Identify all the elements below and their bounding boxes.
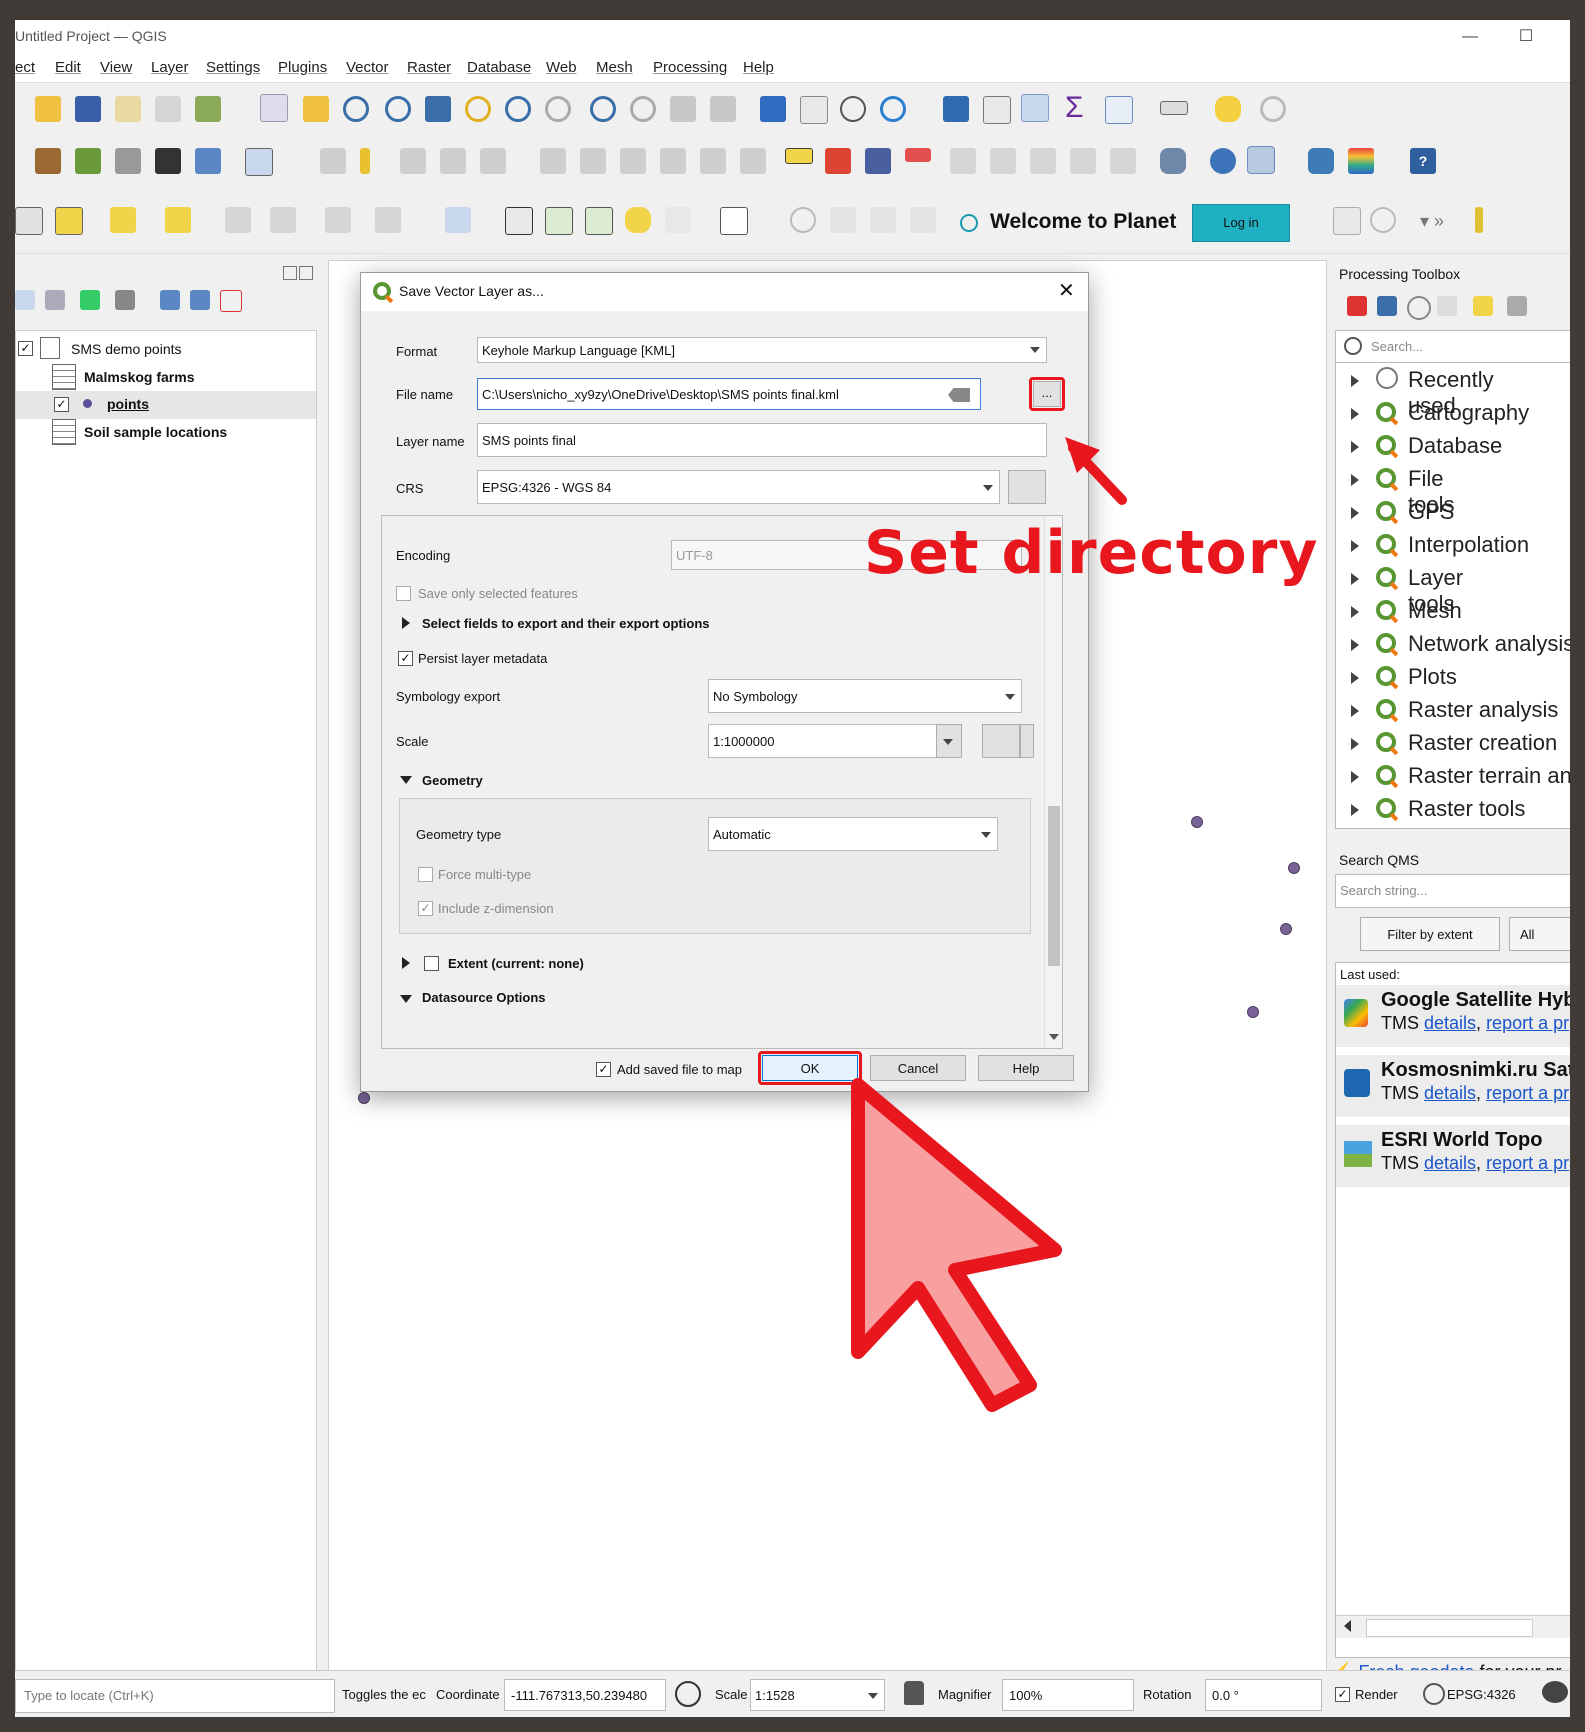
annotation-arrows (851, 437, 1127, 1412)
big-cursor-arrow-icon (851, 1078, 1062, 1412)
arrow-to-browse-icon (1065, 437, 1127, 505)
